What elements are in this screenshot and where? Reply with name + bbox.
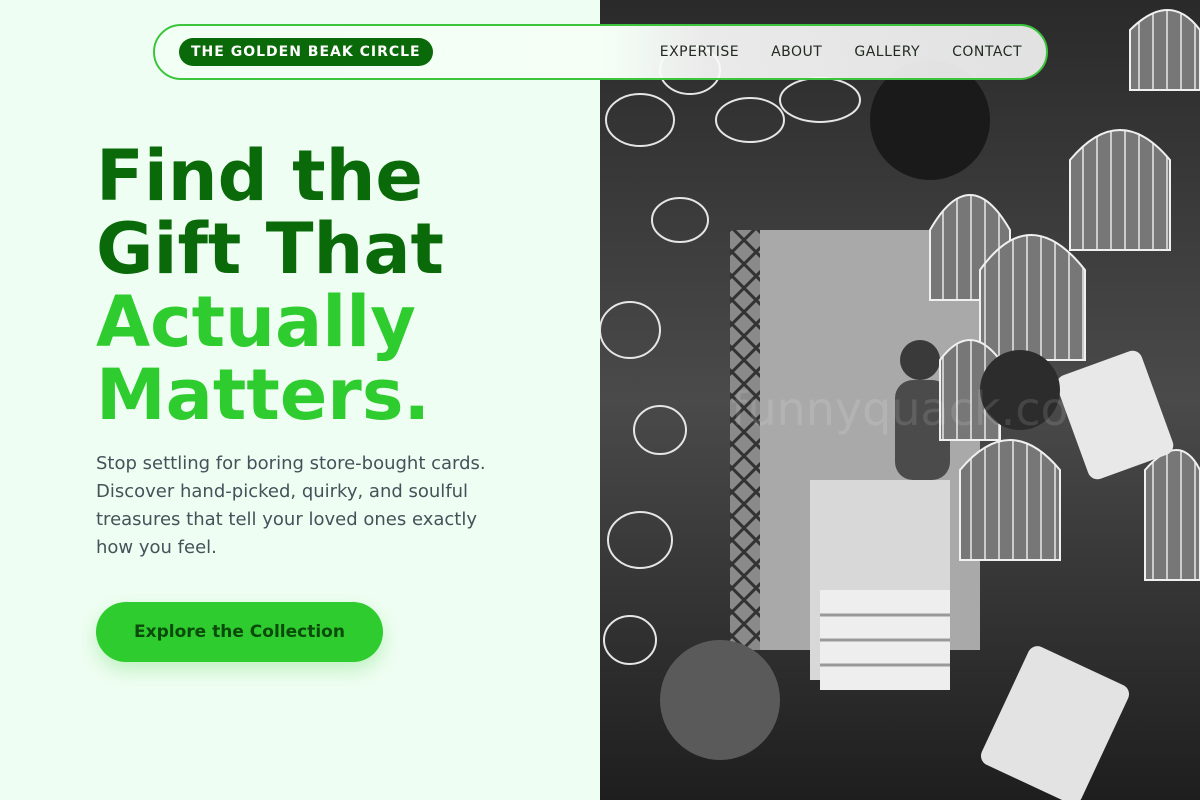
top-navbar: THE GOLDEN BEAK CIRCLE EXPERTISE ABOUT G… xyxy=(153,24,1048,80)
nav-link-gallery[interactable]: GALLERY xyxy=(854,44,920,60)
hero-title-line-1: Find the xyxy=(96,135,423,217)
brand-logo[interactable]: THE GOLDEN BEAK CIRCLE xyxy=(179,38,433,66)
hero-photo: funnyquack.co xyxy=(600,0,1200,800)
hero-title: Find the Gift That Actually Matters. xyxy=(96,140,576,432)
nav-link-contact[interactable]: CONTACT xyxy=(952,44,1022,60)
hero-description: Stop settling for boring store-bought ca… xyxy=(96,453,486,558)
hero-left-panel: Find the Gift That Actually Matters. Sto… xyxy=(0,0,600,800)
nav-links: EXPERTISE ABOUT GALLERY CONTACT xyxy=(660,44,1022,60)
hero-title-line-4: Matters. xyxy=(96,354,431,436)
explore-collection-button[interactable]: Explore the Collection xyxy=(96,602,383,662)
birdcage-shop-photo: funnyquack.co xyxy=(600,0,1200,800)
nav-link-about[interactable]: ABOUT xyxy=(771,44,822,60)
image-watermark: funnyquack.co xyxy=(731,382,1068,436)
hero-title-line-2: Gift That xyxy=(96,208,445,290)
nav-link-expertise[interactable]: EXPERTISE xyxy=(660,44,739,60)
hero-title-line-3: Actually xyxy=(96,281,416,363)
